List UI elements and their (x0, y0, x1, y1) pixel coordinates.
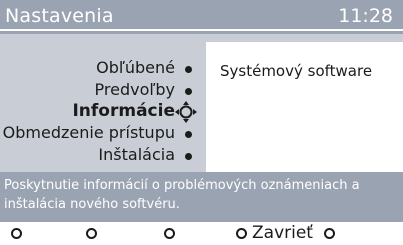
clock: 11:28 (338, 5, 393, 27)
info-panel: Systémový software (206, 42, 403, 172)
page-title: Nastavenia (5, 5, 114, 27)
menu-item-favorites[interactable]: Obľúbené (96, 58, 175, 80)
option-key-icon[interactable] (324, 228, 335, 239)
close-button[interactable]: Zavrieť (252, 223, 313, 243)
green-key-icon[interactable] (86, 228, 97, 239)
menu-item-access-restriction[interactable]: Obmedzenie prístupu (3, 123, 175, 145)
title-bar: Nastavenia 11:28 (0, 0, 403, 34)
help-text: Poskytnutie informácií o problémových oz… (4, 178, 360, 212)
button-bar: Zavrieť (0, 222, 403, 245)
bullet-icon (185, 131, 192, 138)
bullet-icon (185, 88, 192, 95)
yellow-key-icon[interactable] (164, 228, 175, 239)
navigation-cursor-icon (175, 101, 197, 123)
settings-menu: Obľúbené Predvoľby Informácie Obmedzenie… (0, 42, 206, 172)
system-software-item[interactable]: Systémový software (220, 62, 372, 80)
menu-item-installation[interactable]: Inštalácia (98, 145, 175, 167)
help-bar: Poskytnutie informácií o problémových oz… (0, 172, 403, 222)
bullet-icon (185, 153, 192, 160)
menu-item-information[interactable]: Informácie (72, 101, 175, 123)
title-divider (0, 29, 403, 31)
bullet-icon (185, 66, 192, 73)
menu-item-preferences[interactable]: Predvoľby (95, 80, 175, 102)
blue-key-icon[interactable] (236, 228, 247, 239)
red-key-icon[interactable] (11, 228, 22, 239)
